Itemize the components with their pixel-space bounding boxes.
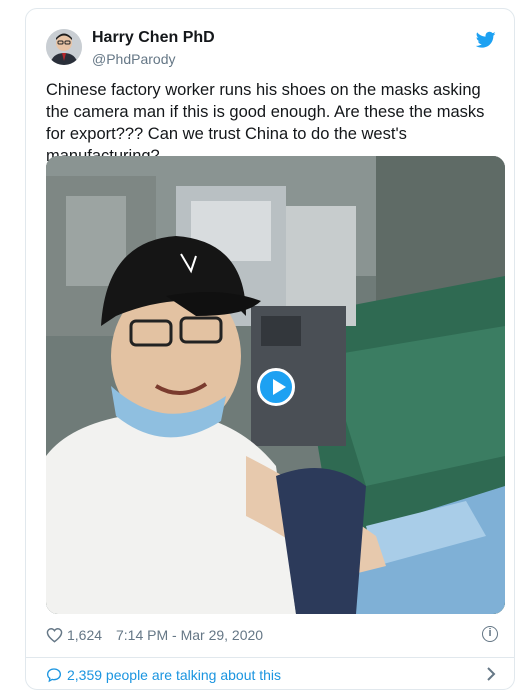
info-icon[interactable]: i [482, 626, 498, 642]
author-name[interactable]: Harry Chen PhD [92, 29, 215, 47]
tweet-timestamp[interactable]: 7:14 PM - Mar 29, 2020 [116, 627, 263, 643]
play-button[interactable] [257, 368, 295, 406]
comment-bubble-icon [46, 668, 62, 683]
tweet-text: Chinese factory worker runs his shoes on… [46, 81, 485, 165]
heart-icon[interactable] [46, 627, 63, 643]
author-handle[interactable]: @PhdParody [92, 51, 175, 67]
twitter-bird-icon[interactable] [476, 31, 496, 49]
divider [26, 657, 514, 658]
author-avatar[interactable] [46, 29, 82, 65]
conversation-link[interactable]: 2,359 people are talking about this [46, 665, 498, 687]
tweet-header: Harry Chen PhD @PhdParody [46, 29, 496, 73]
talking-count-text[interactable]: 2,359 people are talking about this [67, 667, 281, 683]
tweet-video[interactable] [46, 156, 505, 614]
tweet-card: Harry Chen PhD @PhdParody Chinese factor… [25, 8, 515, 690]
tweet-meta: 1,624 7:14 PM - Mar 29, 2020 i [46, 625, 498, 647]
like-count[interactable]: 1,624 [67, 627, 102, 643]
chevron-right-icon[interactable] [486, 666, 496, 682]
